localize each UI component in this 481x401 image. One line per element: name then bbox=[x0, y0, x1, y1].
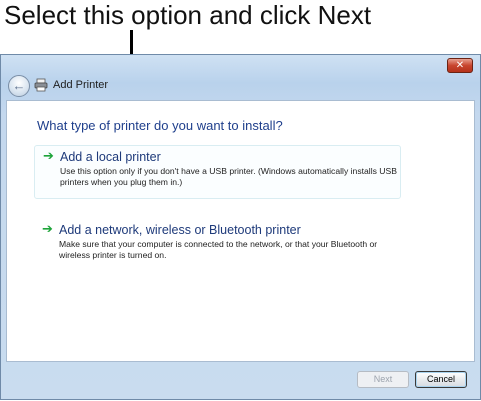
printer-icon bbox=[34, 78, 48, 92]
option-add-network-printer[interactable]: ➔ Add a network, wireless or Bluetooth p… bbox=[34, 219, 401, 269]
caption-text: Select this option and click Next bbox=[4, 0, 372, 30]
option-title: Add a local printer bbox=[60, 150, 161, 164]
option-title: Add a network, wireless or Bluetooth pri… bbox=[59, 223, 301, 237]
cancel-button[interactable]: Cancel bbox=[415, 371, 467, 388]
back-button[interactable]: ← bbox=[8, 75, 30, 97]
option-add-local-printer[interactable]: ➔ Add a local printer Use this option on… bbox=[34, 145, 401, 199]
add-printer-window: ✕ ← Add Printer What type of printer do … bbox=[0, 54, 481, 400]
option-description: Make sure that your computer is connecte… bbox=[59, 239, 378, 260]
back-arrow-icon: ← bbox=[12, 78, 26, 93]
button-bar: Next Cancel bbox=[1, 363, 480, 401]
close-button[interactable]: ✕ bbox=[447, 58, 473, 73]
option-description: Use this option only if you don't have a… bbox=[60, 166, 397, 187]
page-heading: What type of printer do you want to inst… bbox=[37, 118, 283, 133]
next-button[interactable]: Next bbox=[357, 371, 409, 388]
window-title: Add Printer bbox=[53, 79, 109, 91]
content-panel: What type of printer do you want to inst… bbox=[6, 100, 475, 362]
green-arrow-icon: ➔ bbox=[42, 221, 53, 236]
green-arrow-icon: ➔ bbox=[43, 148, 54, 163]
close-icon: ✕ bbox=[455, 60, 465, 71]
